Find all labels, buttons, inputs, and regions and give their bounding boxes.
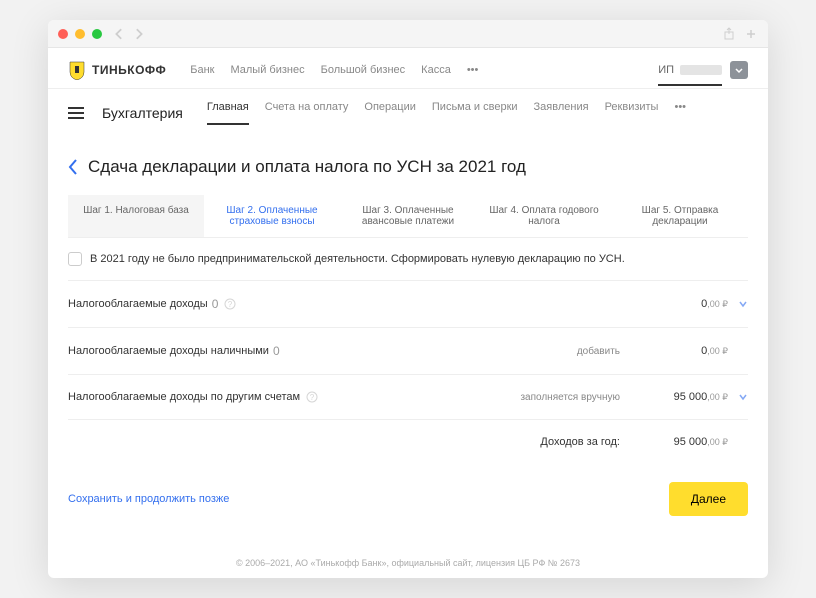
income-label: Налогооблагаемые доходы [68,298,208,310]
titlebar [48,20,768,48]
expand-chevron-icon[interactable] [738,299,748,309]
total-row: Доходов за год: 95 000,00 ₽ [68,420,748,464]
income-count: 0 [273,344,280,358]
tab-operations[interactable]: Операции [364,101,415,125]
logo[interactable]: ТИНЬКОФФ [68,60,166,80]
share-icon[interactable] [722,27,736,41]
window-controls [58,29,102,39]
topnav-links: Банк Малый бизнес Большой бизнес Касса •… [190,64,478,76]
page-title: Сдача декларации и оплата налога по УСН … [88,157,526,177]
top-nav: ТИНЬКОФФ Банк Малый бизнес Большой бизне… [48,48,768,89]
sub-tabs: Главная Счета на оплату Операции Письма … [207,101,686,125]
chevron-down-icon [734,65,744,75]
total-label: Доходов за год: [540,436,620,448]
manual-fill-note: заполняется вручную [520,392,620,403]
back-icon[interactable] [114,28,126,40]
tab-letters[interactable]: Письма и сверки [432,101,518,125]
topnav-link-big-biz[interactable]: Большой бизнес [321,64,406,76]
content: Сдача декларации и оплата налога по УСН … [48,137,768,544]
step-5[interactable]: Шаг 5. Отправка декларации [612,195,748,237]
help-icon[interactable]: ? [224,298,236,310]
topnav-more-icon[interactable]: ••• [467,64,479,76]
zero-declaration-checkbox[interactable] [68,252,82,266]
footer-text: © 2006–2021, АО «Тинькофф Банк», официал… [48,544,768,578]
step-3[interactable]: Шаг 3. Оплаченные авансовые платежи [340,195,476,237]
account-section: ИП [658,61,748,79]
zero-declaration-label: В 2021 году не было предпринимательской … [90,253,625,265]
logo-shield-icon [68,60,86,80]
forward-icon[interactable] [132,28,144,40]
app-window: ТИНЬКОФФ Банк Малый бизнес Большой бизне… [48,20,768,578]
step-1[interactable]: Шаг 1. Налоговая база [68,195,204,237]
help-icon[interactable]: ? [306,391,318,403]
account-prefix: ИП [658,64,674,76]
income-count: 0 [212,297,219,311]
section-title: Бухгалтерия [102,105,183,121]
income-label: Налогооблагаемые доходы по другим счетам [68,391,300,403]
topnav-link-kassa[interactable]: Касса [421,64,451,76]
account-dropdown[interactable] [730,61,748,79]
income-row-1: Налогооблагаемые доходы 0 ? 0,00 ₽ [68,281,748,328]
income-row-3: Налогооблагаемые доходы по другим счетам… [68,375,748,420]
subnav-more-icon[interactable]: ••• [674,101,686,125]
sub-nav: Бухгалтерия Главная Счета на оплату Опер… [48,89,768,137]
add-action-link[interactable]: добавить [577,346,620,357]
tab-main[interactable]: Главная [207,101,249,125]
income-amount: 0,00 ₽ [638,345,728,357]
back-chevron-icon[interactable] [68,159,78,175]
step-2[interactable]: Шаг 2. Оплаченные страховые взносы [204,195,340,237]
topnav-link-small-biz[interactable]: Малый бизнес [230,64,304,76]
burger-menu-icon[interactable] [68,107,84,119]
step-4[interactable]: Шаг 4. Оплата годового налога [476,195,612,237]
zero-declaration-row: В 2021 году не было предпринимательской … [68,238,748,281]
maximize-window-icon[interactable] [92,29,102,39]
income-amount: 0,00 ₽ [638,298,728,310]
income-amount: 95 000,00 ₽ [638,391,728,403]
logo-text: ТИНЬКОФФ [92,63,166,77]
close-window-icon[interactable] [58,29,68,39]
svg-text:?: ? [228,300,233,309]
plus-icon[interactable] [744,27,758,41]
svg-text:?: ? [310,393,315,402]
tab-requisites[interactable]: Реквизиты [605,101,659,125]
page-header: Сдача декларации и оплата налога по УСН … [68,157,748,177]
next-button[interactable]: Далее [669,482,748,516]
steps: Шаг 1. Налоговая база Шаг 2. Оплаченные … [68,195,748,238]
account-name-placeholder [680,65,722,75]
total-amount: 95 000,00 ₽ [638,436,728,448]
topnav-link-bank[interactable]: Банк [190,64,214,76]
tab-invoices[interactable]: Счета на оплату [265,101,349,125]
income-label: Налогооблагаемые доходы наличными [68,345,269,357]
save-continue-link[interactable]: Сохранить и продолжить позже [68,493,229,505]
actions: Сохранить и продолжить позже Далее [68,464,748,524]
income-row-2: Налогооблагаемые доходы наличными 0 доба… [68,328,748,375]
expand-chevron-icon[interactable] [738,392,748,402]
browser-nav [114,28,144,40]
tab-applications[interactable]: Заявления [534,101,589,125]
minimize-window-icon[interactable] [75,29,85,39]
